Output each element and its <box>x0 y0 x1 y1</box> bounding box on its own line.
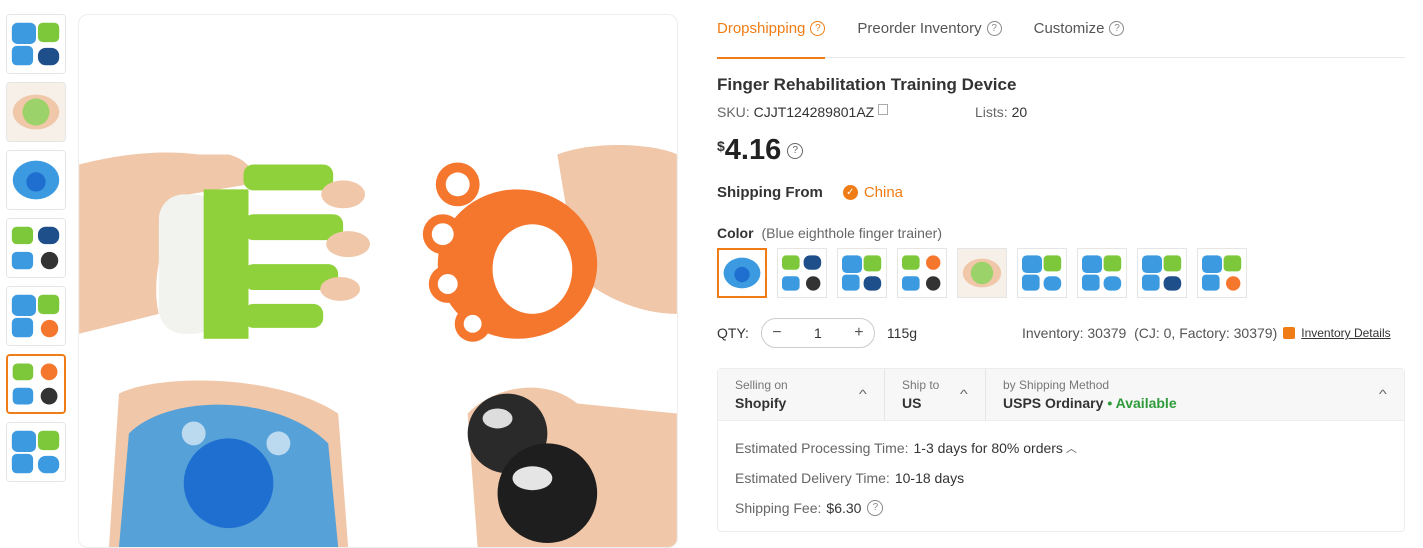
selling-on-selector[interactable]: Selling on Shopify ^ <box>718 369 885 420</box>
shipping-selectors: Selling on Shopify ^ Ship to US ^ by Shi… <box>718 369 1404 421</box>
color-swatch-3[interactable] <box>837 248 887 298</box>
processing-time: Estimated Processing Time: 1-3 days for … <box>735 433 1387 463</box>
fee-label: Shipping Fee: <box>735 500 822 516</box>
chevron-up-icon: ^ <box>859 387 868 401</box>
shipping-box: Selling on Shopify ^ Ship to US ^ by Shi… <box>717 368 1405 532</box>
lock-icon <box>1283 327 1296 339</box>
currency-symbol: $ <box>717 138 725 154</box>
thumbnail-6[interactable] <box>6 354 66 414</box>
thumbnail-1[interactable] <box>6 14 66 74</box>
color-swatch-6[interactable] <box>1017 248 1067 298</box>
tab-customize[interactable]: Customize ? <box>1034 0 1125 58</box>
chevron-up-icon: ^ <box>1379 387 1388 401</box>
color-swatch-9[interactable] <box>1197 248 1247 298</box>
help-icon[interactable]: ? <box>986 21 1002 36</box>
delivery-time: Estimated Delivery Time: 10-18 days <box>735 463 1387 493</box>
ship-to-label: Ship to <box>902 378 940 392</box>
color-swatch-4[interactable] <box>897 248 947 298</box>
color-swatch-2[interactable] <box>777 248 827 298</box>
inventory-count: Inventory: 30379 <box>1022 325 1127 341</box>
lists-label: Lists: <box>975 104 1008 120</box>
sku-value: CJJT124289801AZ <box>753 104 875 120</box>
shipping-method-selector[interactable]: by Shipping Method USPS Ordinary • Availa… <box>986 369 1404 420</box>
delivery-value: 10-18 days <box>894 470 965 486</box>
caret-up-icon[interactable]: ︿ <box>1066 440 1077 456</box>
shipping-details: Estimated Processing Time: 1-3 days for … <box>718 421 1404 531</box>
color-swatch-5[interactable] <box>957 248 1007 298</box>
decrement-button[interactable]: − <box>762 324 792 342</box>
quantity-row: QTY: − + 115g Inventory: 30379 (CJ: 0, F… <box>717 318 1405 348</box>
thumbnail-2[interactable] <box>6 82 66 142</box>
thumbnail-7[interactable] <box>6 422 66 482</box>
sku-row: SKU: CJJT124289801AZ Lists: 20 <box>717 104 1405 122</box>
product-title: Finger Rehabilitation Training Device <box>717 75 1017 94</box>
inventory-info: Inventory: 30379 (CJ: 0, Factory: 30379)… <box>1022 325 1391 341</box>
help-icon[interactable]: ? <box>810 21 826 36</box>
quantity-stepper: − + <box>760 318 875 348</box>
help-icon[interactable]: ? <box>787 143 804 159</box>
fee-value: $6.30 <box>826 500 862 516</box>
delivery-label: Estimated Delivery Time: <box>735 470 890 486</box>
shipping-fee: Shipping Fee: $6.30 ? <box>735 493 1387 523</box>
tab-preorder-inventory[interactable]: Preorder Inventory ? <box>857 0 1002 58</box>
inventory-details-link[interactable]: Inventory Details <box>1301 326 1390 340</box>
tab-label: Preorder Inventory <box>857 20 982 37</box>
processing-value: 1-3 days for 80% orders <box>913 440 1063 456</box>
price: $ 4.16 ? <box>717 134 1405 168</box>
help-icon[interactable]: ? <box>1109 21 1125 36</box>
tab-dropshipping[interactable]: Dropshipping ? <box>717 0 826 59</box>
tab-label: Dropshipping <box>717 20 806 37</box>
color-label: Color <box>717 225 754 241</box>
thumbnail-4[interactable] <box>6 218 66 278</box>
copy-icon[interactable] <box>878 104 889 115</box>
tab-bar: Dropshipping ? Preorder Inventory ? Cust… <box>717 0 1405 59</box>
color-swatch-7[interactable] <box>1077 248 1127 298</box>
selected-color: (Blue eighthole finger trainer) <box>761 225 942 241</box>
shipping-from-label: Shipping From <box>717 184 823 201</box>
increment-button[interactable]: + <box>844 324 874 342</box>
ship-to-value: US <box>902 395 922 411</box>
tab-label: Customize <box>1033 20 1105 37</box>
thumbnail-3[interactable] <box>6 150 66 210</box>
color-swatch-1[interactable] <box>717 248 767 298</box>
quantity-input[interactable] <box>791 325 844 341</box>
processing-label: Estimated Processing Time: <box>735 440 909 456</box>
check-icon: ✓ <box>842 185 858 200</box>
main-product-image[interactable] <box>78 14 678 548</box>
product-collage <box>79 145 677 547</box>
shipping-method-label: by Shipping Method <box>1003 378 1110 392</box>
price-amount: 4.16 <box>724 134 782 166</box>
shipping-method-value: USPS Ordinary <box>1003 395 1104 411</box>
chevron-up-icon: ^ <box>960 387 969 401</box>
thumbnail-strip <box>6 14 66 490</box>
product-details-panel: Dropshipping ? Preorder Inventory ? Cust… <box>717 0 1405 532</box>
shipping-from: Shipping From ✓ China <box>717 184 1405 201</box>
help-icon[interactable]: ? <box>867 500 884 516</box>
color-swatches <box>717 248 1405 298</box>
availability-status: • Available <box>1107 395 1177 411</box>
shipping-from-country[interactable]: China <box>864 184 903 201</box>
color-selector: Color (Blue eighthole finger trainer) <box>717 225 1405 298</box>
sku-label: SKU: <box>717 104 750 120</box>
thumbnail-5[interactable] <box>6 286 66 346</box>
ship-to-selector[interactable]: Ship to US ^ <box>885 369 986 420</box>
qty-label: QTY: <box>717 325 749 341</box>
inventory-breakdown: (CJ: 0, Factory: 30379) <box>1134 325 1278 341</box>
lists-count: Lists: 20 <box>975 104 1027 120</box>
product-weight: 115g <box>886 325 918 341</box>
color-swatch-8[interactable] <box>1137 248 1187 298</box>
lists-value: 20 <box>1011 104 1028 120</box>
